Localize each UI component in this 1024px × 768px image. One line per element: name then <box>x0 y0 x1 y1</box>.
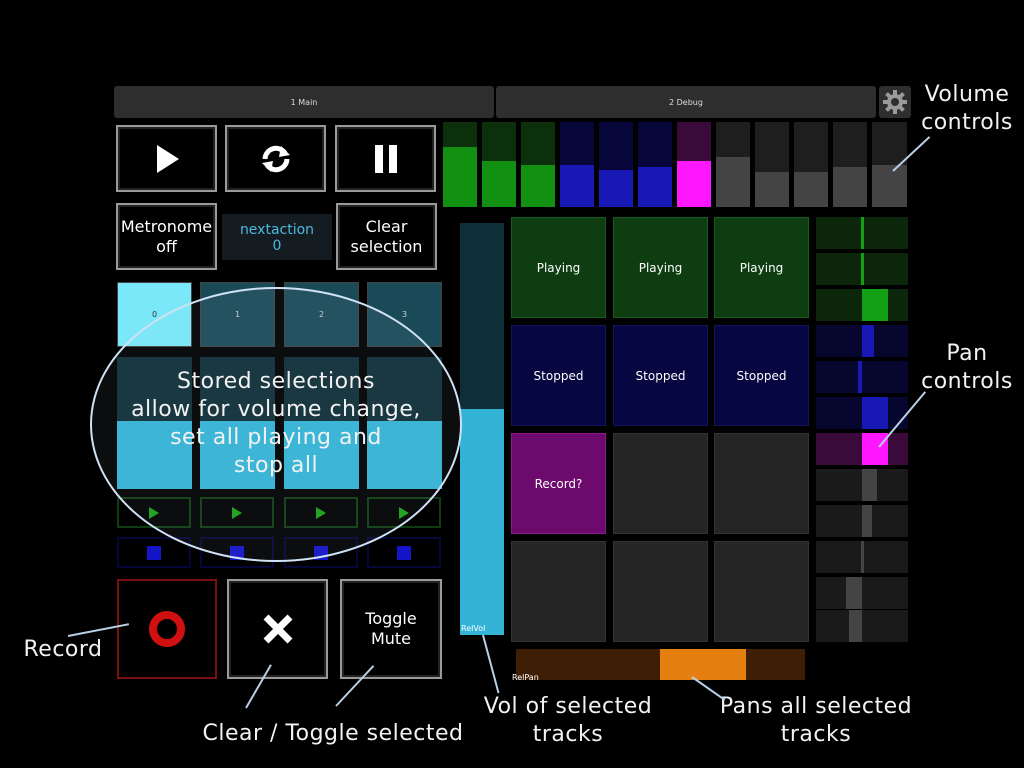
track-pan[interactable] <box>816 541 908 573</box>
track-volume[interactable] <box>638 122 672 207</box>
clip-cell[interactable] <box>714 541 809 642</box>
selection-stop-3[interactable] <box>367 537 441 568</box>
clip-cell[interactable] <box>613 541 708 642</box>
clip-cell[interactable]: Playing <box>511 217 606 318</box>
annotation-pans-selected: Pans all selected tracks <box>719 694 913 747</box>
pause-icon <box>374 144 397 173</box>
annotation-clear-toggle: Clear / Toggle selected <box>202 721 464 746</box>
play-icon <box>156 144 179 173</box>
track-volume[interactable] <box>521 122 555 207</box>
track-pan[interactable] <box>816 397 908 429</box>
relvol-label: RelVol <box>461 624 486 633</box>
track-pan[interactable] <box>816 289 908 321</box>
relvol-fader[interactable]: RelVol <box>460 223 504 635</box>
clip-cell[interactable]: Stopped <box>613 325 708 426</box>
track-volume[interactable] <box>599 122 633 207</box>
track-pan[interactable] <box>816 505 908 537</box>
volume-controls <box>442 122 912 207</box>
track-pan[interactable] <box>816 361 908 393</box>
track-volume[interactable] <box>755 122 789 207</box>
track-volume[interactable] <box>677 122 711 207</box>
metronome-button[interactable]: Metronome off <box>116 203 217 270</box>
relpan-handle[interactable] <box>660 649 746 680</box>
stop-icon <box>397 545 411 560</box>
gear-icon <box>883 90 907 114</box>
clear-button[interactable] <box>227 579 328 679</box>
pause-button[interactable] <box>335 125 436 192</box>
relpan-label: RelPan <box>512 673 539 682</box>
track-pan[interactable] <box>816 217 908 249</box>
relpan-slider[interactable]: RelPan <box>512 649 805 682</box>
track-pan[interactable] <box>816 253 908 285</box>
track-volume[interactable] <box>872 122 907 207</box>
nextaction-display: nextaction 0 <box>222 214 332 260</box>
track-volume[interactable] <box>482 122 516 207</box>
clip-cell[interactable]: Record? <box>511 433 606 534</box>
record-icon <box>149 611 185 647</box>
play-button[interactable] <box>116 125 217 192</box>
track-pan[interactable] <box>816 433 908 465</box>
clip-cell[interactable] <box>613 433 708 534</box>
toggle-mute-button[interactable]: Toggle Mute <box>340 579 442 679</box>
annotation-volume-controls: Volume controls <box>921 82 1013 135</box>
loop-button[interactable] <box>225 125 326 192</box>
loop-icon <box>261 145 290 172</box>
record-button[interactable] <box>117 579 217 679</box>
clip-cell[interactable] <box>714 433 809 534</box>
clip-cell[interactable]: Playing <box>714 217 809 318</box>
close-icon <box>263 614 292 644</box>
track-volume[interactable] <box>443 122 477 207</box>
tab-debug[interactable]: 2 Debug <box>496 86 876 118</box>
clip-cell[interactable]: Playing <box>613 217 708 318</box>
tab-main[interactable]: 1 Main <box>114 86 494 118</box>
clip-cell[interactable] <box>511 541 606 642</box>
nextaction-label: nextaction <box>239 222 315 238</box>
annotation-pan-controls: Pan controls <box>921 341 1013 394</box>
track-volume[interactable] <box>794 122 828 207</box>
track-volume[interactable] <box>716 122 750 207</box>
clip-cell[interactable]: Stopped <box>511 325 606 426</box>
annotation-vol-selected: Vol of selected tracks <box>483 694 653 747</box>
annotation-stored-selections: Stored selections allow for volume chang… <box>131 369 421 478</box>
track-pan[interactable] <box>816 577 908 609</box>
track-volume[interactable] <box>833 122 867 207</box>
nextaction-value: 0 <box>272 238 282 254</box>
settings-button[interactable] <box>879 86 911 118</box>
clip-cell[interactable]: Stopped <box>714 325 809 426</box>
annotation-record: Record <box>23 637 103 662</box>
track-pan[interactable] <box>816 610 908 642</box>
stop-icon <box>147 545 161 560</box>
track-pan[interactable] <box>816 469 908 501</box>
track-volume[interactable] <box>560 122 594 207</box>
clear-selection-button[interactable]: Clear selection <box>336 203 437 270</box>
track-pan[interactable] <box>816 325 908 357</box>
pointer-line <box>482 634 500 694</box>
